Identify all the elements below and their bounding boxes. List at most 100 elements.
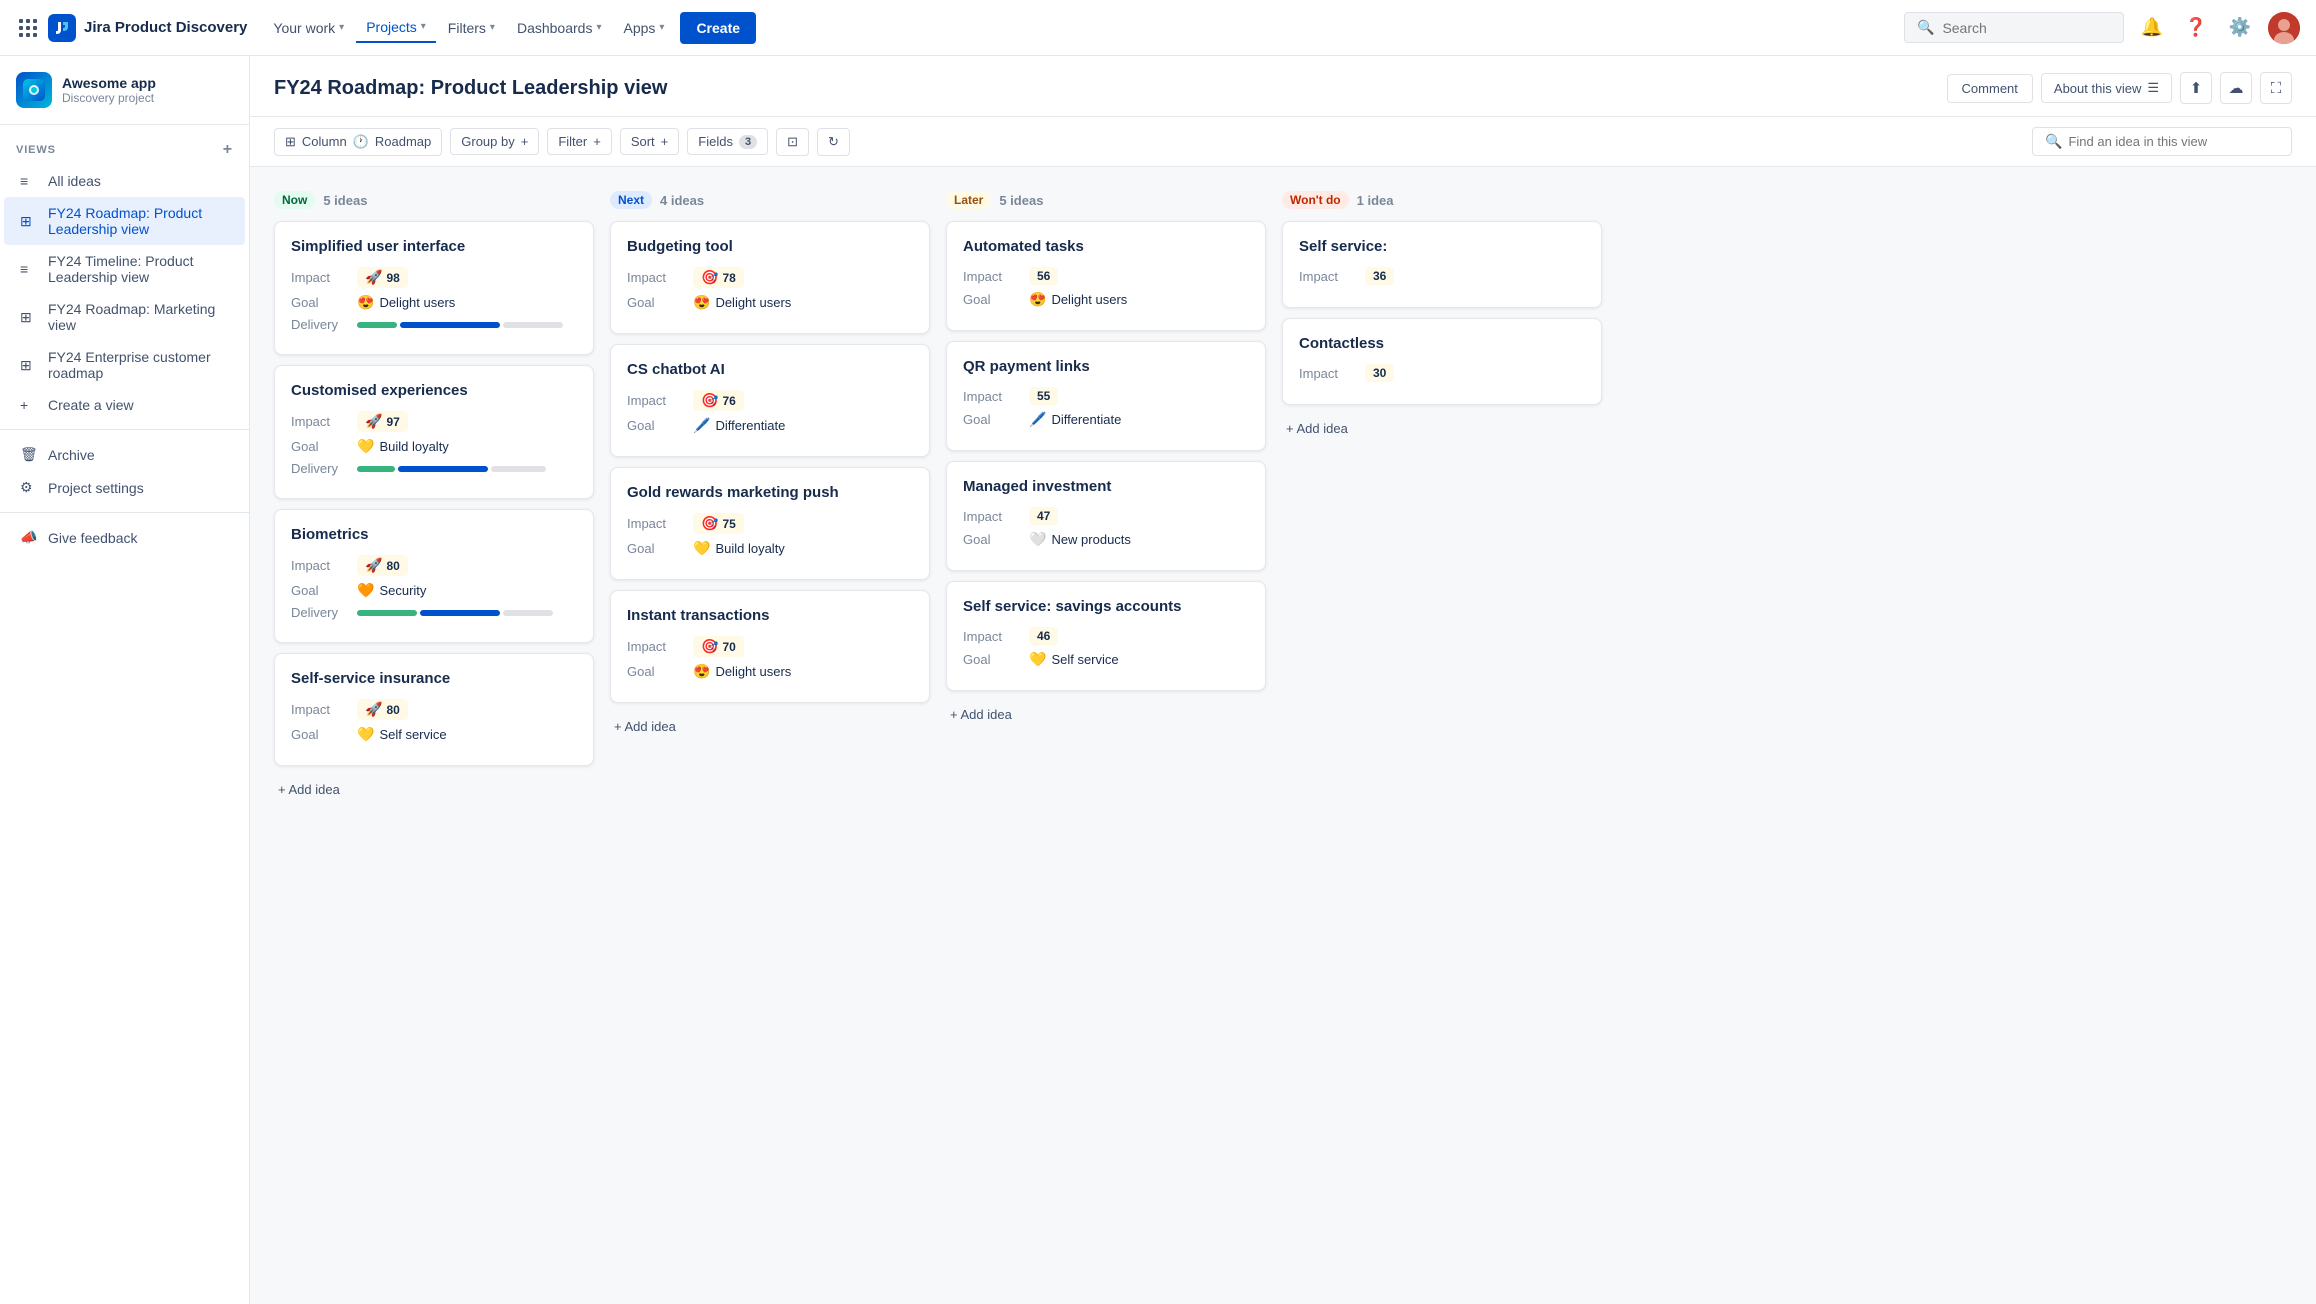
- idea-card[interactable]: QR payment links Impact 55 Goal 🖊️ Diffe…: [946, 341, 1266, 451]
- idea-card[interactable]: Budgeting tool Impact 🎯 78 Goal 😍 Deligh…: [610, 221, 930, 334]
- add-idea-button[interactable]: + Add idea: [610, 711, 930, 742]
- impact-field: Impact 🎯 70: [627, 636, 913, 657]
- filter-btn[interactable]: Filter +: [547, 128, 611, 155]
- idea-card[interactable]: Gold rewards marketing push Impact 🎯 75 …: [610, 467, 930, 580]
- column-badge-wont: Won't do: [1282, 191, 1349, 209]
- goal-emoji: 💛: [357, 438, 374, 455]
- project-type: Discovery project: [62, 91, 156, 105]
- nav-filters[interactable]: Filters ▾: [438, 14, 505, 42]
- goal-emoji: 💛: [1029, 651, 1046, 668]
- column-badge-now: Now: [274, 191, 315, 209]
- avatar[interactable]: [2268, 12, 2300, 44]
- about-view-button[interactable]: About this view ☰: [2041, 73, 2172, 103]
- refresh-btn[interactable]: ↻: [817, 128, 850, 156]
- cloud-button[interactable]: ☁: [2220, 72, 2252, 104]
- idea-card[interactable]: Biometrics Impact 🚀 80 Goal 🧡 Security D…: [274, 509, 594, 643]
- sidebar-item-fy24-enterprise[interactable]: ⊞ FY24 Enterprise customer roadmap: [4, 341, 245, 389]
- goal-field: Goal 🧡 Security: [291, 582, 577, 599]
- idea-card[interactable]: Self service: savings accounts Impact 46…: [946, 581, 1266, 691]
- goal-value: 💛 Self service: [1029, 651, 1119, 668]
- comment-button[interactable]: Comment: [1947, 74, 2033, 103]
- impact-field: Impact 🚀 97: [291, 411, 577, 432]
- board-icon-3: ⊞: [20, 357, 38, 374]
- bar-blue: [398, 466, 488, 472]
- sidebar-item-all-ideas[interactable]: ≡ All ideas: [4, 165, 245, 197]
- impact-field: Impact 47: [963, 507, 1249, 525]
- search-input[interactable]: [1942, 20, 2111, 36]
- toolbar-search[interactable]: 🔍: [2032, 127, 2292, 156]
- goal-field: Goal 😍 Delight users: [291, 294, 577, 311]
- display-btn[interactable]: ⊡: [776, 128, 809, 156]
- impact-field: Impact 36: [1299, 267, 1585, 285]
- nav-apps[interactable]: Apps ▾: [613, 14, 674, 42]
- nav-logo: Jira Product Discovery: [16, 14, 247, 42]
- app-layout: Awesome app Discovery project VIEWS + ≡ …: [0, 56, 2316, 1304]
- column-btn[interactable]: ⊞ Column 🕐 Roadmap: [274, 128, 442, 156]
- sidebar-item-create-view[interactable]: + Create a view: [4, 389, 245, 421]
- fields-btn[interactable]: Fields 3: [687, 128, 768, 155]
- sidebar-item-fy24-roadmap-marketing[interactable]: ⊞ FY24 Roadmap: Marketing view: [4, 293, 245, 341]
- idea-card[interactable]: Customised experiences Impact 🚀 97 Goal …: [274, 365, 594, 499]
- impact-badge: 🚀 98: [357, 267, 408, 288]
- goal-emoji: 🖊️: [1029, 411, 1046, 428]
- search-box[interactable]: 🔍: [1904, 12, 2124, 43]
- groupby-btn[interactable]: Group by +: [450, 128, 539, 155]
- idea-card[interactable]: Instant transactions Impact 🎯 70 Goal 😍 …: [610, 590, 930, 703]
- help-button[interactable]: ❓: [2180, 12, 2212, 44]
- card-title: Self-service insurance: [291, 670, 577, 687]
- bar-green: [357, 322, 397, 328]
- goal-emoji: 💛: [693, 540, 710, 557]
- fullscreen-button[interactable]: ⛶: [2260, 72, 2292, 104]
- idea-card[interactable]: Simplified user interface Impact 🚀 98 Go…: [274, 221, 594, 355]
- idea-card[interactable]: Managed investment Impact 47 Goal 🤍 New …: [946, 461, 1266, 571]
- impact-field: Impact 46: [963, 627, 1249, 645]
- impact-field: Impact 🚀 80: [291, 555, 577, 576]
- goal-text: Security: [379, 583, 426, 598]
- idea-card[interactable]: Self-service insurance Impact 🚀 80 Goal …: [274, 653, 594, 766]
- idea-card[interactable]: Self service: Impact 36: [1282, 221, 1602, 308]
- share-button[interactable]: ⬆: [2180, 72, 2212, 104]
- nav-dashboards[interactable]: Dashboards ▾: [507, 14, 612, 42]
- goal-field: Goal 🖊️ Differentiate: [627, 417, 913, 434]
- app-grid-icon[interactable]: [16, 16, 40, 40]
- sidebar-item-settings[interactable]: ⚙ Project settings: [4, 471, 245, 504]
- bar-blue: [400, 322, 500, 328]
- goal-text: Differentiate: [715, 418, 785, 433]
- impact-badge: 🎯 78: [693, 267, 744, 288]
- column-header-now: Now 5 ideas: [274, 183, 594, 221]
- sidebar-item-fy24-timeline-leadership[interactable]: ≡ FY24 Timeline: Product Leadership view: [4, 245, 245, 293]
- card-title: Contactless: [1299, 335, 1585, 352]
- sidebar-item-archive[interactable]: 🗑 Archive: [4, 438, 245, 471]
- idea-card[interactable]: Automated tasks Impact 56 Goal 😍 Delight…: [946, 221, 1266, 331]
- add-idea-button[interactable]: + Add idea: [1282, 413, 1602, 444]
- toolbar-search-input[interactable]: [2068, 134, 2279, 149]
- impact-value: 46: [1037, 629, 1050, 643]
- nav-your-work[interactable]: Your work ▾: [263, 14, 354, 42]
- add-idea-button[interactable]: + Add idea: [274, 774, 594, 805]
- goal-field: Goal 😍 Delight users: [627, 663, 913, 680]
- delivery-bar: [357, 466, 546, 472]
- list-icon: ≡: [20, 173, 38, 189]
- sidebar-item-fy24-roadmap-leadership[interactable]: ⊞ FY24 Roadmap: Product Leadership view: [4, 197, 245, 245]
- create-button[interactable]: Create: [680, 12, 756, 44]
- add-view-icon[interactable]: +: [223, 141, 233, 159]
- bar-blue: [420, 610, 500, 616]
- settings-button[interactable]: ⚙️: [2224, 12, 2256, 44]
- notifications-button[interactable]: 🔔: [2136, 12, 2168, 44]
- top-nav: Jira Product Discovery Your work ▾ Proje…: [0, 0, 2316, 56]
- add-idea-button[interactable]: + Add idea: [946, 699, 1266, 730]
- sidebar-divider: [0, 429, 249, 430]
- impact-value: 98: [386, 271, 399, 285]
- idea-card[interactable]: CS chatbot AI Impact 🎯 76 Goal 🖊️ Differ…: [610, 344, 930, 457]
- goal-field: Goal 😍 Delight users: [963, 291, 1249, 308]
- nav-projects[interactable]: Projects ▾: [356, 13, 436, 43]
- sort-btn[interactable]: Sort +: [620, 128, 679, 155]
- impact-value: 80: [386, 703, 399, 717]
- goal-field: Goal 🤍 New products: [963, 531, 1249, 548]
- column-icon: ⊞: [285, 134, 296, 150]
- goal-text: Delight users: [715, 664, 791, 679]
- sidebar-item-feedback[interactable]: 📣 Give feedback: [4, 521, 245, 554]
- main-content: FY24 Roadmap: Product Leadership view Co…: [250, 56, 2316, 1304]
- goal-emoji: 🧡: [357, 582, 374, 599]
- idea-card[interactable]: Contactless Impact 30: [1282, 318, 1602, 405]
